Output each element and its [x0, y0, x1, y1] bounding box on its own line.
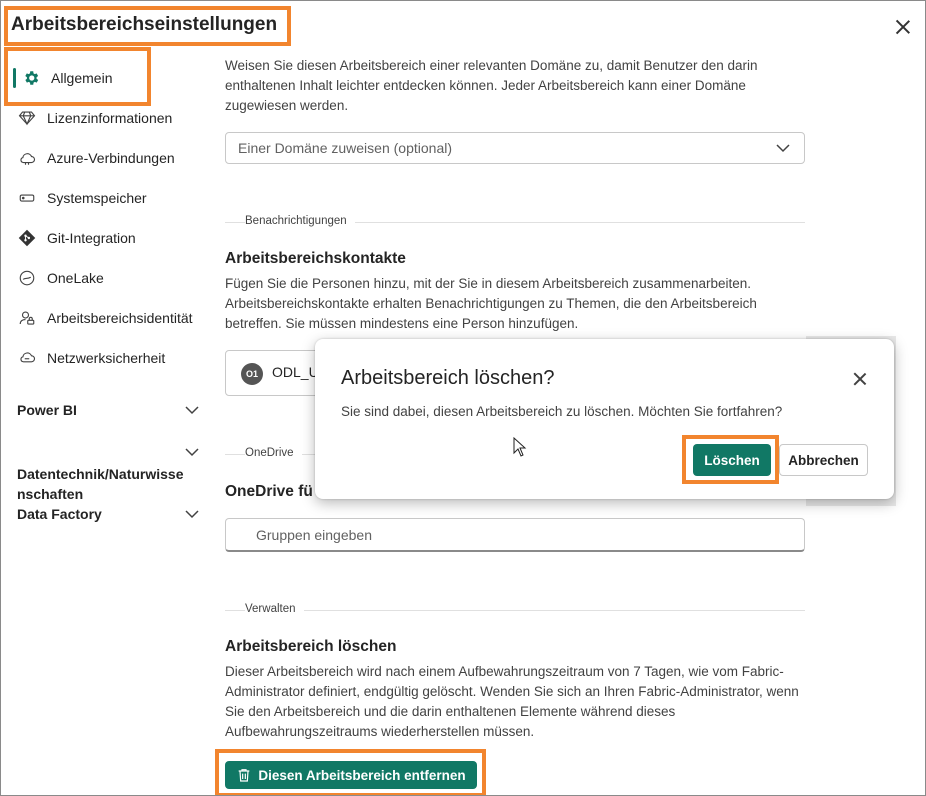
delete-description: Dieser Arbeitsbereich wird nach einem Au… — [225, 664, 799, 739]
trash-icon — [236, 767, 252, 783]
sidebar-item-azure-verbindungen[interactable]: Azure-Verbindungen — [17, 146, 175, 170]
domain-description: Weisen Sie diesen Arbeitsbereich einer r… — [225, 58, 758, 113]
sidebar-item-systemspeicher[interactable]: Systemspeicher — [17, 186, 147, 210]
settings-panel: Arbeitsbereichseinstellungen Allgemein L… — [0, 0, 926, 796]
chevron-down-icon — [185, 448, 199, 457]
diamond-icon — [17, 108, 37, 128]
sidebar-item-label: Arbeitsbereichsidentität — [47, 310, 193, 326]
sidebar-item-git-integration[interactable]: Git-Integration — [17, 226, 136, 250]
sidebar-item-onelake[interactable]: OneLake — [17, 266, 104, 290]
onelake-icon — [17, 268, 37, 288]
sidebar-item-allgemein[interactable]: Allgemein — [21, 66, 112, 90]
section-data-factory[interactable]: Data Factory — [17, 506, 199, 522]
dialog-title: Arbeitsbereich löschen? — [341, 367, 555, 389]
chevron-down-icon — [185, 510, 199, 519]
sidebar-item-lizenzinformationen[interactable]: Lizenzinformationen — [17, 106, 172, 130]
sidebar-item-label: Lizenzinformationen — [47, 110, 173, 126]
chevron-down-icon — [776, 144, 790, 153]
manage-label: Verwalten — [245, 603, 304, 615]
sidebar-item-label: Git-Integration — [47, 230, 136, 246]
section-label: Datentechnik/Naturwisse nschaften — [17, 466, 184, 502]
delete-dialog: Arbeitsbereich löschen? Sie sind dabei, … — [315, 339, 894, 499]
remove-button-label: Diesen Arbeitsbereich entfernen — [258, 767, 466, 783]
gear-icon — [21, 68, 41, 88]
domain-select-value: Einer Domäne zuweisen (optional) — [238, 140, 452, 156]
groups-input-field[interactable] — [254, 526, 778, 544]
onedrive-label: OneDrive — [245, 447, 302, 459]
domain-select[interactable]: Einer Domäne zuweisen (optional) — [225, 132, 805, 164]
sidebar-item-netzwerksicherheit[interactable]: Netzwerksicherheit — [17, 346, 165, 370]
close-icon[interactable] — [852, 371, 868, 387]
divider — [225, 610, 805, 611]
network-cloud-icon — [17, 348, 37, 368]
identity-icon — [17, 308, 37, 328]
dialog-message: Sie sind dabei, diesen Arbeitsbereich zu… — [341, 404, 783, 419]
section-label: Data Factory — [17, 506, 102, 522]
sidebar-item-label: Allgemein — [51, 70, 113, 86]
sidebar-item-label: OneLake — [47, 270, 104, 286]
close-icon[interactable] — [893, 17, 913, 37]
remove-workspace-button[interactable]: Diesen Arbeitsbereich entfernen — [225, 761, 477, 789]
groups-input[interactable] — [225, 518, 805, 552]
active-indicator — [13, 68, 16, 88]
section-label: Power BI — [17, 402, 77, 418]
avatar: O1 — [241, 363, 263, 385]
contact-name: ODL_U — [272, 364, 319, 380]
git-icon — [17, 228, 37, 248]
section-power-bi[interactable]: Power BI — [17, 402, 199, 418]
sidebar-item-label: Netzwerksicherheit — [47, 350, 166, 366]
chevron-down-icon — [185, 406, 199, 415]
cancel-button[interactable]: Abbrechen — [779, 444, 868, 476]
delete-heading: Arbeitsbereich löschen — [225, 638, 397, 655]
sidebar-item-label: Azure-Verbindungen — [47, 150, 175, 166]
page-title: Arbeitsbereichseinstellungen — [11, 14, 278, 35]
contacts-description: Fügen Sie die Personen hinzu, mit der Si… — [225, 276, 757, 331]
storage-icon — [17, 188, 37, 208]
onedrive-heading: OneDrive fü — [225, 483, 313, 500]
notifications-label: Benachrichtigungen — [245, 215, 355, 227]
confirm-delete-button[interactable]: Löschen — [693, 444, 771, 476]
sidebar-item-arbeitsbereichsidentitaet[interactable]: Arbeitsbereichsidentität — [17, 306, 193, 330]
cloud-icon — [17, 148, 37, 168]
sidebar-item-label: Systemspeicher — [47, 190, 147, 206]
contacts-heading: Arbeitsbereichskontakte — [225, 250, 406, 267]
mouse-cursor-icon — [513, 437, 527, 457]
